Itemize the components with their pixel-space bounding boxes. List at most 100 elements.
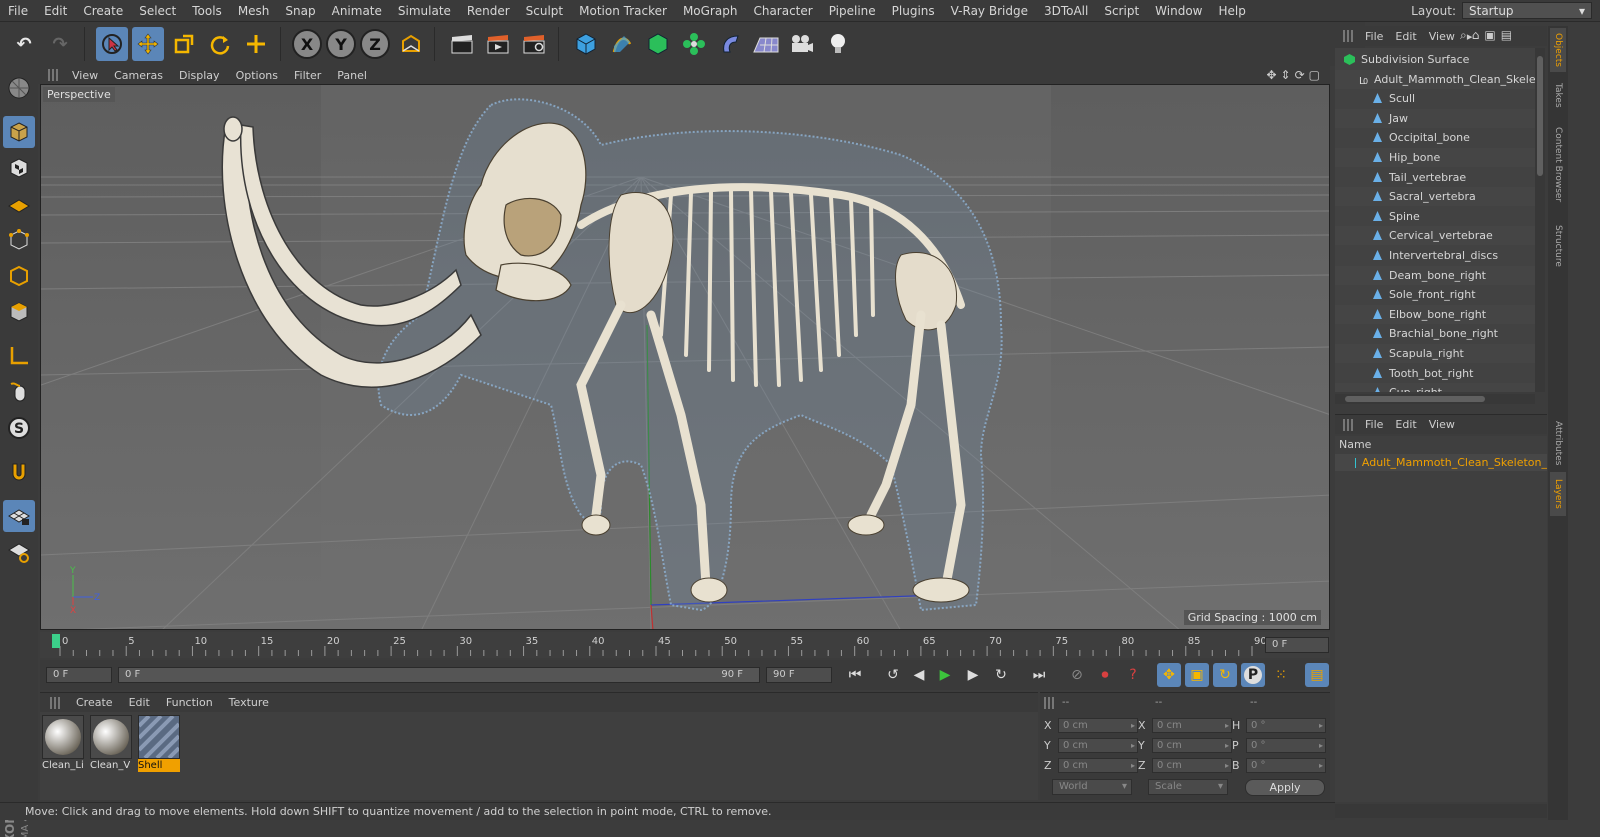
object-menu-view[interactable]: View bbox=[1429, 30, 1455, 43]
z-axis-lock-button[interactable]: Z bbox=[360, 29, 390, 59]
viewport-menu-view[interactable]: View bbox=[72, 69, 98, 82]
magnet-button[interactable] bbox=[3, 456, 35, 488]
menu-3dtoall[interactable]: 3DToAll bbox=[1036, 4, 1096, 18]
menu-v-ray-bridge[interactable]: V-Ray Bridge bbox=[943, 4, 1036, 18]
object-tree-row[interactable]: L0 Adult_Mammoth_Clean_Skeleton bbox=[1335, 69, 1535, 89]
tweak-mode-button[interactable] bbox=[3, 376, 35, 408]
coordinate-value-field[interactable]: 0 cm bbox=[1058, 717, 1138, 733]
menu-render[interactable]: Render bbox=[459, 4, 518, 18]
side-tab-layers[interactable]: Layers bbox=[1550, 472, 1566, 516]
scale-tool-button[interactable] bbox=[168, 27, 200, 61]
side-tab-objects[interactable]: Objects bbox=[1550, 28, 1566, 72]
points-mode-button[interactable] bbox=[3, 224, 35, 256]
move-tool-button[interactable] bbox=[132, 27, 164, 61]
add-light-button[interactable] bbox=[822, 27, 854, 61]
start-frame-field[interactable]: 0 F bbox=[46, 667, 112, 683]
edges-mode-button[interactable] bbox=[3, 260, 35, 292]
menu-character[interactable]: Character bbox=[745, 4, 820, 18]
polygons-mode-button[interactable] bbox=[3, 296, 35, 328]
x-axis-lock-button[interactable]: X bbox=[292, 29, 322, 59]
object-menu-edit[interactable]: Edit bbox=[1395, 30, 1416, 43]
autokeying-button[interactable]: ⏺ bbox=[1093, 663, 1117, 687]
layer-menu-view[interactable]: View bbox=[1429, 418, 1455, 431]
menu-tools[interactable]: Tools bbox=[184, 4, 230, 18]
record-key-button[interactable]: ⊘ bbox=[1065, 663, 1089, 687]
go-to-next-frame-button[interactable]: ▶ bbox=[961, 663, 985, 687]
object-tree-row[interactable]: Elbow_bone_right bbox=[1335, 304, 1535, 324]
render-view-button[interactable] bbox=[446, 27, 478, 61]
menu-help[interactable]: Help bbox=[1210, 4, 1253, 18]
add-array-button[interactable] bbox=[678, 27, 710, 61]
playhead[interactable] bbox=[52, 634, 60, 648]
object-tree-row[interactable]: Subdivision Surface bbox=[1335, 50, 1535, 69]
scrollbar-thumb[interactable] bbox=[1345, 396, 1485, 402]
side-tab-takes[interactable]: Takes bbox=[1550, 76, 1566, 114]
object-tree-row[interactable]: Occipital_bone bbox=[1335, 128, 1535, 147]
coordinate-value-field[interactable]: 0 ° bbox=[1246, 757, 1326, 773]
material-swatch[interactable]: Clean_Li bbox=[42, 715, 84, 772]
menu-window[interactable]: Window bbox=[1147, 4, 1210, 18]
object-tree-row[interactable]: Sacral_vertebra bbox=[1335, 187, 1535, 207]
go-to-end-button[interactable]: ⏭ bbox=[1027, 663, 1051, 687]
menu-script[interactable]: Script bbox=[1096, 4, 1147, 18]
go-to-start-button[interactable]: ⏮ bbox=[843, 663, 867, 687]
menu-animate[interactable]: Animate bbox=[324, 4, 390, 18]
menu-select[interactable]: Select bbox=[131, 4, 184, 18]
material-swatch[interactable]: Shell bbox=[138, 715, 180, 772]
menu-file[interactable]: File bbox=[0, 4, 36, 18]
object-tree-row[interactable]: Brachial_bone_right bbox=[1335, 324, 1535, 343]
menu-mesh[interactable]: Mesh bbox=[230, 4, 278, 18]
object-tree-row[interactable]: Sole_front_right bbox=[1335, 285, 1535, 304]
object-tree-row[interactable]: Tail_vertebrae bbox=[1335, 168, 1535, 187]
apply-button[interactable]: Apply bbox=[1245, 779, 1325, 796]
model-mode-button[interactable] bbox=[3, 116, 35, 148]
camera-label[interactable]: Perspective bbox=[43, 87, 115, 102]
render-picture-viewer-button[interactable] bbox=[482, 27, 514, 61]
scrollbar-thumb[interactable] bbox=[1537, 56, 1543, 176]
add-deformer-button[interactable] bbox=[714, 27, 746, 61]
preview-range-slider[interactable]: 0 F 90 F bbox=[118, 667, 760, 683]
object-tree-row[interactable]: Deam_bone_right bbox=[1335, 265, 1535, 285]
material-preview[interactable] bbox=[42, 715, 84, 759]
end-frame-field[interactable]: 90 F bbox=[766, 667, 832, 683]
add-generator-button[interactable] bbox=[642, 27, 674, 61]
layer-horizontal-scrollbar[interactable] bbox=[1335, 804, 1547, 818]
viewport-navigation-icons[interactable]: ✥⇕⟳▢ bbox=[1266, 68, 1324, 82]
go-to-previous-key-button[interactable]: ↺ bbox=[881, 663, 905, 687]
object-tree-row[interactable]: Scapula_right bbox=[1335, 344, 1535, 363]
object-tree-row[interactable]: Tooth_bot_right bbox=[1335, 364, 1535, 383]
perspective-viewport[interactable]: Y Z X Perspective Grid Spacing : 1000 cm bbox=[40, 84, 1330, 630]
current-frame-field[interactable]: 0 F bbox=[1265, 637, 1329, 653]
material-preview[interactable] bbox=[90, 715, 132, 759]
new-view-icon[interactable]: ▣ bbox=[1484, 28, 1500, 42]
object-tree-vertical-scrollbar[interactable] bbox=[1535, 48, 1545, 392]
side-tab-content-browser[interactable]: Content Browser bbox=[1550, 118, 1566, 212]
layer-row[interactable]: Adult_Mammoth_Clean_Skeleton_ bbox=[1335, 454, 1547, 471]
material-menu-edit[interactable]: Edit bbox=[129, 696, 150, 709]
point-level-key-button[interactable]: ⁙ bbox=[1269, 663, 1293, 687]
home-icon[interactable]: ⌂ bbox=[1472, 28, 1485, 42]
go-to-next-key-button[interactable]: ↻ bbox=[989, 663, 1013, 687]
menu-edit[interactable]: Edit bbox=[36, 4, 75, 18]
side-tab-attributes[interactable]: Attributes bbox=[1550, 418, 1566, 468]
coordinate-value-field[interactable]: 0 cm bbox=[1152, 737, 1232, 753]
live-selection-button[interactable] bbox=[96, 27, 128, 61]
viewport-menu-panel[interactable]: Panel bbox=[337, 69, 367, 82]
recent-tool-button[interactable] bbox=[240, 27, 272, 61]
locked-workplane-button[interactable] bbox=[3, 500, 35, 532]
layout-select[interactable]: Startup ▾ bbox=[1462, 2, 1592, 19]
rotate-tool-button[interactable] bbox=[204, 27, 236, 61]
viewport-menu-display[interactable]: Display bbox=[179, 69, 220, 82]
coordinate-value-field[interactable]: 0 cm bbox=[1058, 757, 1138, 773]
side-tab-structure[interactable]: Structure bbox=[1550, 216, 1566, 276]
add-camera-button[interactable] bbox=[786, 27, 818, 61]
object-tree-row[interactable]: Intervertebral_discs bbox=[1335, 246, 1535, 265]
viewport-menu-cameras[interactable]: Cameras bbox=[114, 69, 163, 82]
y-axis-lock-button[interactable]: Y bbox=[326, 29, 356, 59]
menu-sculpt[interactable]: Sculpt bbox=[518, 4, 571, 18]
object-tree-row[interactable]: Hip_bone bbox=[1335, 148, 1535, 167]
material-preview[interactable] bbox=[138, 715, 180, 759]
coordinate-value-field[interactable]: 0 ° bbox=[1246, 737, 1326, 753]
layer-menu-file[interactable]: File bbox=[1365, 418, 1383, 431]
material-menu-function[interactable]: Function bbox=[166, 696, 213, 709]
